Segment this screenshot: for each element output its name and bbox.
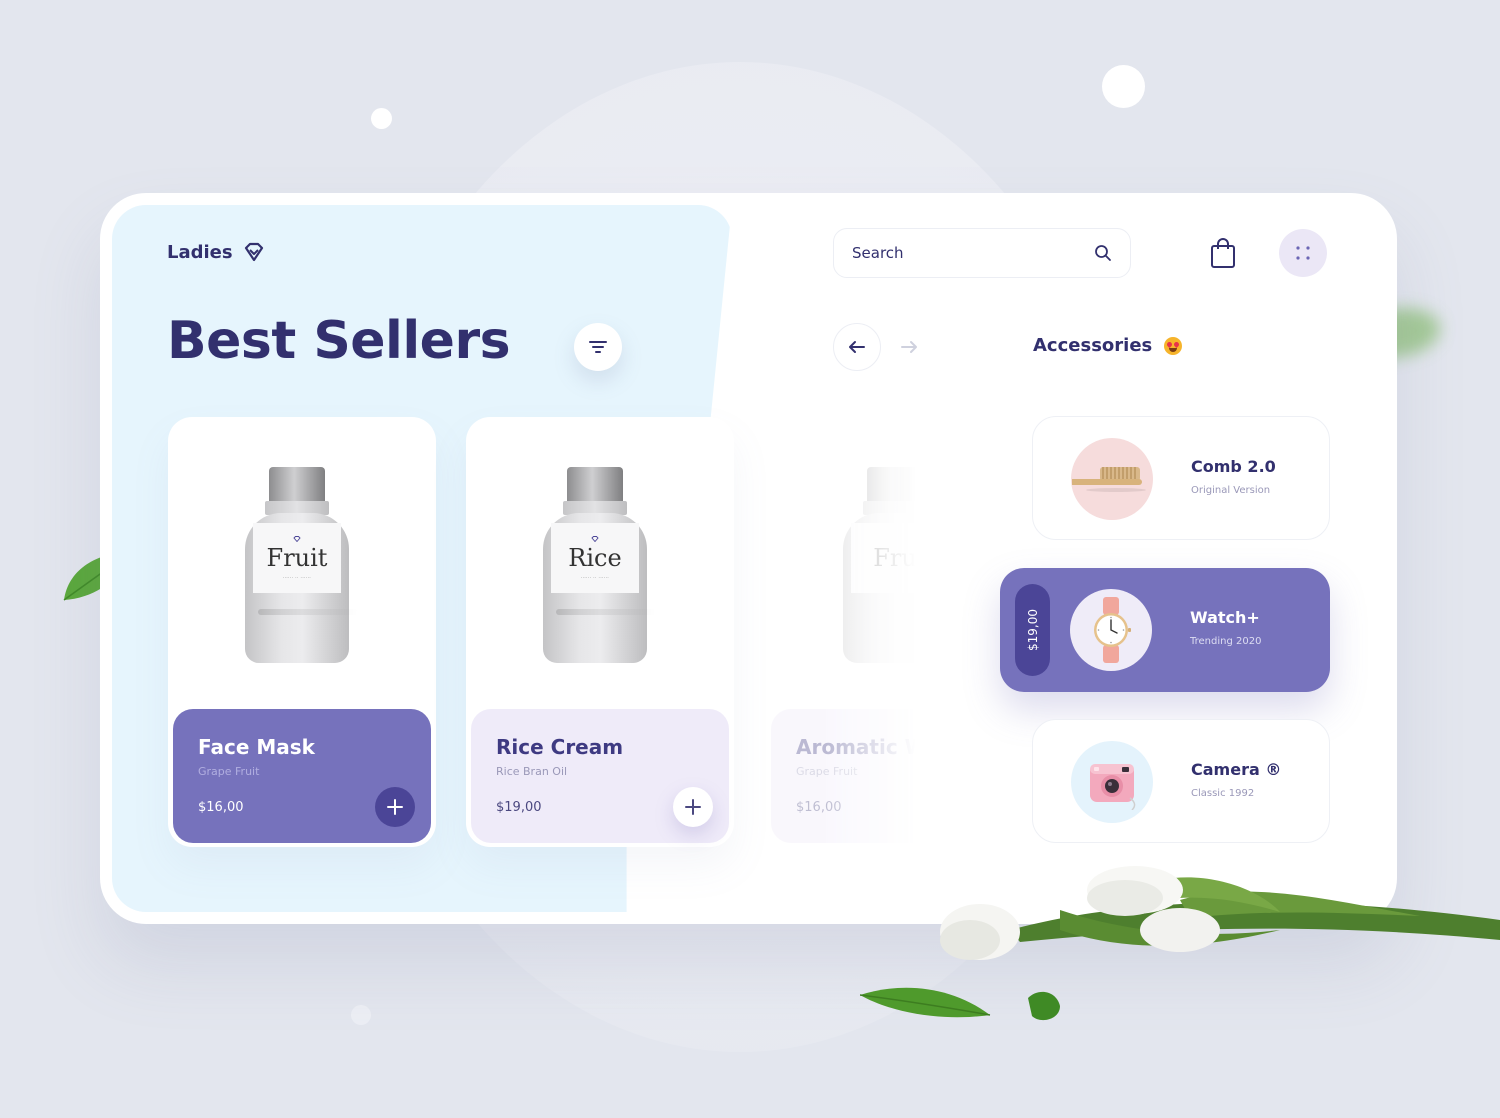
plus-icon xyxy=(387,799,403,815)
diamond-icon xyxy=(244,242,263,262)
product-price: $16,00 xyxy=(796,800,842,815)
accessory-card[interactable]: Comb 2.0 Original Version xyxy=(1032,416,1330,540)
product-name: Aromatic W xyxy=(796,735,916,759)
camera-image xyxy=(1071,741,1153,823)
product-name: Rice Cream xyxy=(496,735,624,759)
brand[interactable]: Ladies xyxy=(167,241,265,263)
bottle-image: Rice ······ ·· ······ xyxy=(543,467,647,663)
accessories-title: Accessories xyxy=(1033,335,1153,356)
product-info: Rice Cream Rice Bran Oil $19,00 xyxy=(471,709,729,843)
next-button[interactable] xyxy=(895,333,923,361)
gem-icon xyxy=(293,536,301,542)
menu-button[interactable] xyxy=(1279,229,1327,277)
grid-dots-icon xyxy=(1296,246,1310,260)
arrow-left-icon xyxy=(849,341,865,353)
filter-icon xyxy=(589,341,607,353)
product-subtitle: Grape Fruit xyxy=(198,765,260,778)
accessory-subtitle: Original Version xyxy=(1191,485,1271,496)
bottle-image: Fru xyxy=(843,467,916,663)
accessory-subtitle: Trending 2020 xyxy=(1190,636,1262,647)
brand-name: Ladies xyxy=(167,241,233,263)
accessory-price: $19,00 xyxy=(1025,609,1040,651)
product-name: Face Mask xyxy=(198,735,315,759)
decor-dot xyxy=(351,1005,371,1025)
accessories-heading: Accessories xyxy=(1033,335,1183,356)
add-to-cart-button[interactable] xyxy=(673,787,713,827)
product-card[interactable]: Fru Aromatic W Grape Fruit $16,00 xyxy=(766,417,916,847)
accessory-name: Comb 2.0 xyxy=(1191,457,1276,476)
bottle-label: Fruit xyxy=(266,544,328,572)
search-box xyxy=(833,228,1131,278)
prev-button[interactable] xyxy=(833,323,881,371)
product-card[interactable]: Fruit ······ ·· ······ Face Mask Grape F… xyxy=(168,417,436,847)
filter-button[interactable] xyxy=(574,323,622,371)
arrow-right-icon xyxy=(901,341,917,353)
app-window: Ladies Best Sellers Search Accessories F… xyxy=(100,193,1397,924)
page-title: Best Sellers xyxy=(167,311,511,371)
decor-dot xyxy=(1102,65,1145,108)
product-info: Aromatic W Grape Fruit $16,00 xyxy=(771,709,916,843)
accessory-name: Camera ® xyxy=(1191,760,1282,779)
bottle-label: Fru xyxy=(873,544,916,572)
accessory-card-active[interactable]: $19,00 Watch+ Trending 2020 xyxy=(1000,568,1330,692)
search-input[interactable] xyxy=(852,244,1094,262)
heart-eyes-emoji-icon xyxy=(1164,336,1183,355)
plus-icon xyxy=(685,799,701,815)
accessory-name: Watch+ xyxy=(1190,608,1260,627)
shopping-bag-icon[interactable] xyxy=(1208,237,1238,269)
add-to-cart-button[interactable] xyxy=(375,787,415,827)
bottle-image: Fruit ······ ·· ······ xyxy=(245,467,349,663)
bottle-label: Rice xyxy=(568,544,622,572)
search-icon[interactable] xyxy=(1094,244,1112,262)
product-subtitle: Rice Bran Oil xyxy=(496,765,568,778)
price-badge: $19,00 xyxy=(1015,584,1050,676)
product-card[interactable]: Rice ······ ·· ······ Rice Cream Rice Br… xyxy=(466,417,734,847)
decor-dot xyxy=(371,108,392,129)
product-subtitle: Grape Fruit xyxy=(796,765,858,778)
accessory-subtitle: Classic 1992 xyxy=(1191,788,1255,799)
watch-image xyxy=(1070,589,1152,671)
gem-icon xyxy=(591,536,599,542)
comb-image xyxy=(1071,438,1153,520)
accessory-card[interactable]: Camera ® Classic 1992 xyxy=(1032,719,1330,843)
product-info: Face Mask Grape Fruit $16,00 xyxy=(173,709,431,843)
tulip-decoration xyxy=(860,866,1500,1021)
